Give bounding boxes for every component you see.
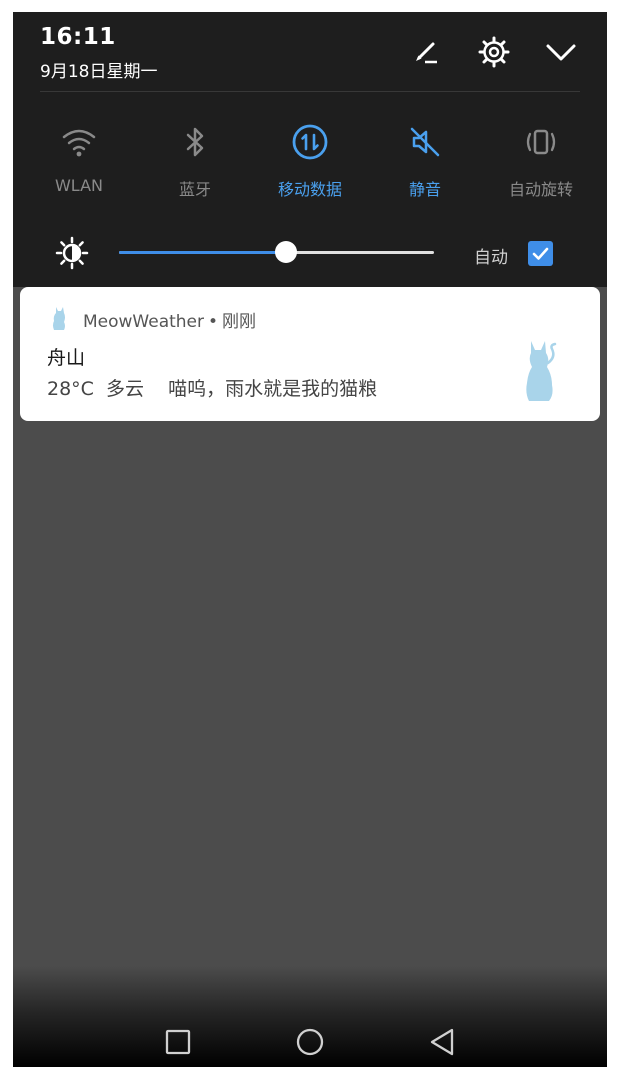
chevron-down-icon[interactable]	[543, 34, 579, 70]
notification-body: 28°C 多云 喵呜，雨水就是我的猫粮	[47, 378, 378, 400]
tile-auto-rotate[interactable]: 自动旋转	[486, 122, 596, 200]
tile-label: WLAN	[54, 176, 103, 195]
brightness-icon	[55, 236, 89, 270]
tile-wlan[interactable]: WLAN	[24, 122, 134, 195]
quick-settings-panel: 16:11 9月18日星期一 WLAN 蓝牙 移动数据 静音 自动旋转 自动	[13, 12, 607, 287]
slider-fill	[119, 251, 286, 254]
tile-label: 静音	[408, 180, 441, 199]
brightness-slider[interactable]	[119, 241, 434, 263]
tile-label: 蓝牙	[178, 180, 211, 199]
slider-thumb[interactable]	[274, 241, 297, 263]
notification-header: MeowWeather • 刚刚	[83, 307, 256, 332]
navigation-bar	[13, 966, 607, 1067]
auto-brightness-label: 自动	[474, 248, 508, 268]
weather-notification[interactable]: MeowWeather • 刚刚 舟山 28°C 多云 喵呜，雨水就是我的猫粮	[20, 287, 600, 421]
clock-time: 16:11	[40, 24, 116, 50]
recents-square-icon[interactable]	[156, 1020, 200, 1064]
header-separator: •	[208, 312, 219, 332]
tile-label: 移动数据	[277, 180, 342, 199]
header-divider	[40, 91, 580, 92]
mobile-data-icon	[290, 122, 330, 162]
back-triangle-icon[interactable]	[420, 1020, 464, 1064]
wifi-icon	[59, 122, 99, 162]
auto-rotate-icon	[521, 122, 561, 162]
edit-icon[interactable]	[408, 34, 444, 70]
notification-time: 刚刚	[222, 312, 257, 332]
bluetooth-icon	[175, 122, 215, 162]
cat-icon	[51, 305, 67, 331]
clock-date: 9月18日星期一	[40, 62, 158, 82]
cat-large-icon	[522, 337, 560, 403]
auto-brightness-checkbox[interactable]	[528, 241, 553, 266]
home-circle-icon[interactable]	[288, 1020, 332, 1064]
mute-icon	[405, 122, 445, 162]
tile-label: 自动旋转	[508, 180, 573, 199]
tile-mobile-data[interactable]: 移动数据	[255, 122, 365, 200]
app-name: MeowWeather	[83, 312, 205, 332]
notification-shade: 16:11 9月18日星期一 WLAN 蓝牙 移动数据 静音 自动旋转 自动 M…	[13, 12, 607, 1067]
tile-mute[interactable]: 静音	[370, 122, 480, 200]
settings-gear-icon[interactable]	[476, 34, 512, 70]
notification-title: 舟山	[47, 347, 86, 369]
tile-bluetooth[interactable]: 蓝牙	[140, 122, 250, 200]
